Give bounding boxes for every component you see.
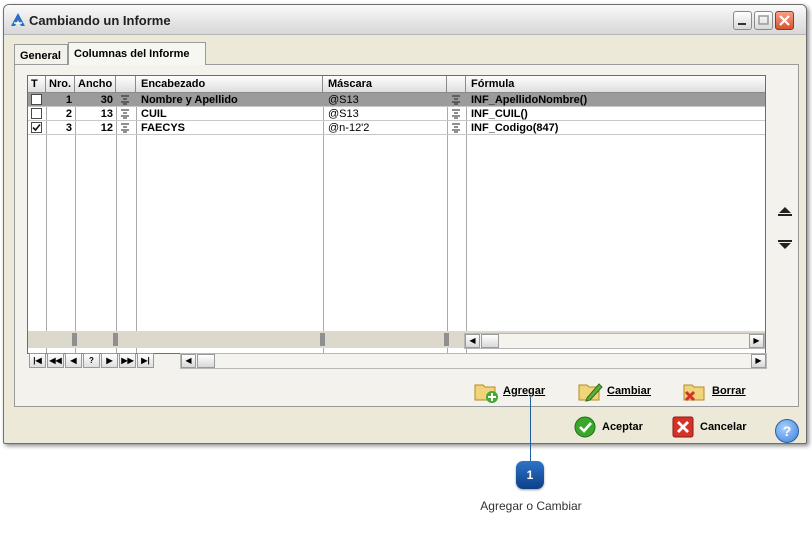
edit-pencil-icon: [578, 383, 603, 402]
nav-last-button[interactable]: ▶|: [137, 353, 154, 368]
column-splitter[interactable]: [444, 333, 449, 346]
align-center-icon: [452, 109, 460, 119]
cell-ancho: 13: [100, 108, 113, 120]
align-center-icon: [121, 95, 129, 105]
align-center-icon: [452, 95, 460, 105]
maximize-icon: [758, 15, 769, 25]
help-icon[interactable]: ?: [775, 419, 799, 443]
maximize-button[interactable]: [754, 11, 773, 30]
scroll-thumb[interactable]: [481, 334, 499, 348]
column-splitter[interactable]: [72, 333, 77, 346]
app-logo-icon: [11, 13, 25, 26]
dialog-window: Cambiando un Informe General Columnas de…: [3, 4, 807, 444]
row-checkbox[interactable]: [31, 94, 42, 105]
header-nro[interactable]: Nro.: [46, 76, 75, 93]
cell-formula[interactable]: INF_ApellidoNombre(): [468, 93, 765, 107]
callout-pointer-line: [530, 397, 531, 461]
table-row[interactable]: 3 12 FAECYS @n-12'2 INF_Codigo(847): [28, 121, 765, 135]
scroll-left-arrow-icon[interactable]: ◀: [465, 334, 480, 348]
move-up-icon[interactable]: [774, 204, 796, 218]
accept-check-icon: [574, 416, 596, 438]
tab-columnas-del-informe[interactable]: Columnas del Informe: [68, 42, 206, 65]
title-bar[interactable]: Cambiando un Informe: [4, 5, 806, 35]
row-checkbox-checked[interactable]: [31, 122, 42, 133]
header-align[interactable]: [116, 76, 136, 93]
header-formula[interactable]: Fórmula: [466, 76, 765, 93]
table-row[interactable]: 2 13 CUIL @S13 INF_CUIL(): [28, 107, 765, 121]
align-center-icon: [452, 123, 460, 133]
cambiar-label: Cambiar: [607, 385, 652, 397]
cell-formula[interactable]: INF_Codigo(847): [468, 121, 765, 135]
cell-mascara[interactable]: @S13: [325, 93, 446, 107]
nav-prev-page-button[interactable]: ◀◀: [47, 353, 64, 368]
nav-next-page-button[interactable]: ▶▶: [119, 353, 136, 368]
callout-label: Agregar o Cambiar: [480, 499, 582, 513]
aceptar-button[interactable]: Aceptar: [573, 414, 653, 440]
header-t[interactable]: T: [28, 76, 46, 93]
cell-encabezado[interactable]: FAECYS: [138, 121, 322, 135]
agregar-button[interactable]: Agregar: [473, 378, 563, 404]
cell-mascara[interactable]: @S13: [325, 107, 446, 121]
nav-prev-button[interactable]: ◀: [65, 353, 82, 368]
add-folder-icon: [474, 384, 498, 403]
cell-nro: 2: [65, 108, 72, 120]
aceptar-label: Aceptar: [602, 421, 643, 433]
borrar-button[interactable]: Borrar: [682, 378, 762, 404]
cell-encabezado[interactable]: Nombre y Apellido: [138, 93, 322, 107]
cell-ancho: 30: [100, 94, 113, 106]
column-splitter[interactable]: [113, 333, 118, 346]
nav-next-button[interactable]: ▶: [101, 353, 118, 368]
cancelar-button[interactable]: Cancelar: [671, 414, 761, 440]
nav-find-button[interactable]: ?: [83, 353, 100, 368]
minimize-button[interactable]: [733, 11, 752, 30]
scroll-right-arrow-icon[interactable]: ▶: [749, 334, 764, 348]
delete-folder-icon: [683, 384, 705, 402]
cell-encabezado[interactable]: CUIL: [138, 107, 322, 121]
close-button[interactable]: [775, 11, 794, 30]
column-splitter[interactable]: [320, 333, 325, 346]
align-center-icon: [121, 123, 129, 133]
header-ancho[interactable]: Ancho: [75, 76, 116, 93]
grid-horizontal-scrollbar[interactable]: ◀ ▶: [180, 353, 767, 369]
cell-mascara[interactable]: @n-12'2: [325, 121, 446, 135]
row-checkbox[interactable]: [31, 108, 42, 119]
cancelar-label: Cancelar: [700, 421, 747, 433]
cambiar-button[interactable]: Cambiar: [577, 378, 667, 404]
window-title: Cambiando un Informe: [29, 13, 171, 28]
scroll-right-arrow-icon[interactable]: ▶: [751, 354, 766, 368]
scroll-thumb[interactable]: [197, 354, 215, 368]
table-row[interactable]: 1 30 Nombre y Apellido @S13 INF_Apellido…: [28, 93, 765, 107]
header-encabezado[interactable]: Encabezado: [136, 76, 323, 93]
borrar-label: Borrar: [712, 385, 746, 397]
callout-badge: 1: [516, 461, 544, 489]
cell-nro: 1: [65, 94, 72, 106]
agregar-label: Agregar: [503, 385, 546, 397]
cancel-x-icon: [672, 416, 694, 438]
formula-horizontal-scrollbar[interactable]: ◀ ▶: [464, 333, 765, 349]
cell-nro: 3: [65, 122, 72, 134]
minimize-icon: [738, 23, 746, 25]
header-mascara[interactable]: Máscara: [323, 76, 447, 93]
checkmark-icon: [32, 123, 41, 132]
scroll-left-arrow-icon[interactable]: ◀: [181, 354, 196, 368]
cell-ancho: 12: [100, 122, 113, 134]
tab-general[interactable]: General: [14, 44, 68, 64]
close-icon: [779, 15, 790, 26]
columns-panel: T Nro. Ancho Encabezado Máscara Fórmula …: [14, 64, 799, 407]
columns-grid[interactable]: T Nro. Ancho Encabezado Máscara Fórmula …: [27, 75, 766, 354]
move-down-icon[interactable]: [774, 238, 796, 252]
nav-first-button[interactable]: |◀: [29, 353, 46, 368]
align-center-icon: [121, 109, 129, 119]
grid-header: T Nro. Ancho Encabezado Máscara Fórmula: [28, 76, 765, 93]
header-align2[interactable]: [447, 76, 466, 93]
cell-formula[interactable]: INF_CUIL(): [468, 107, 765, 121]
